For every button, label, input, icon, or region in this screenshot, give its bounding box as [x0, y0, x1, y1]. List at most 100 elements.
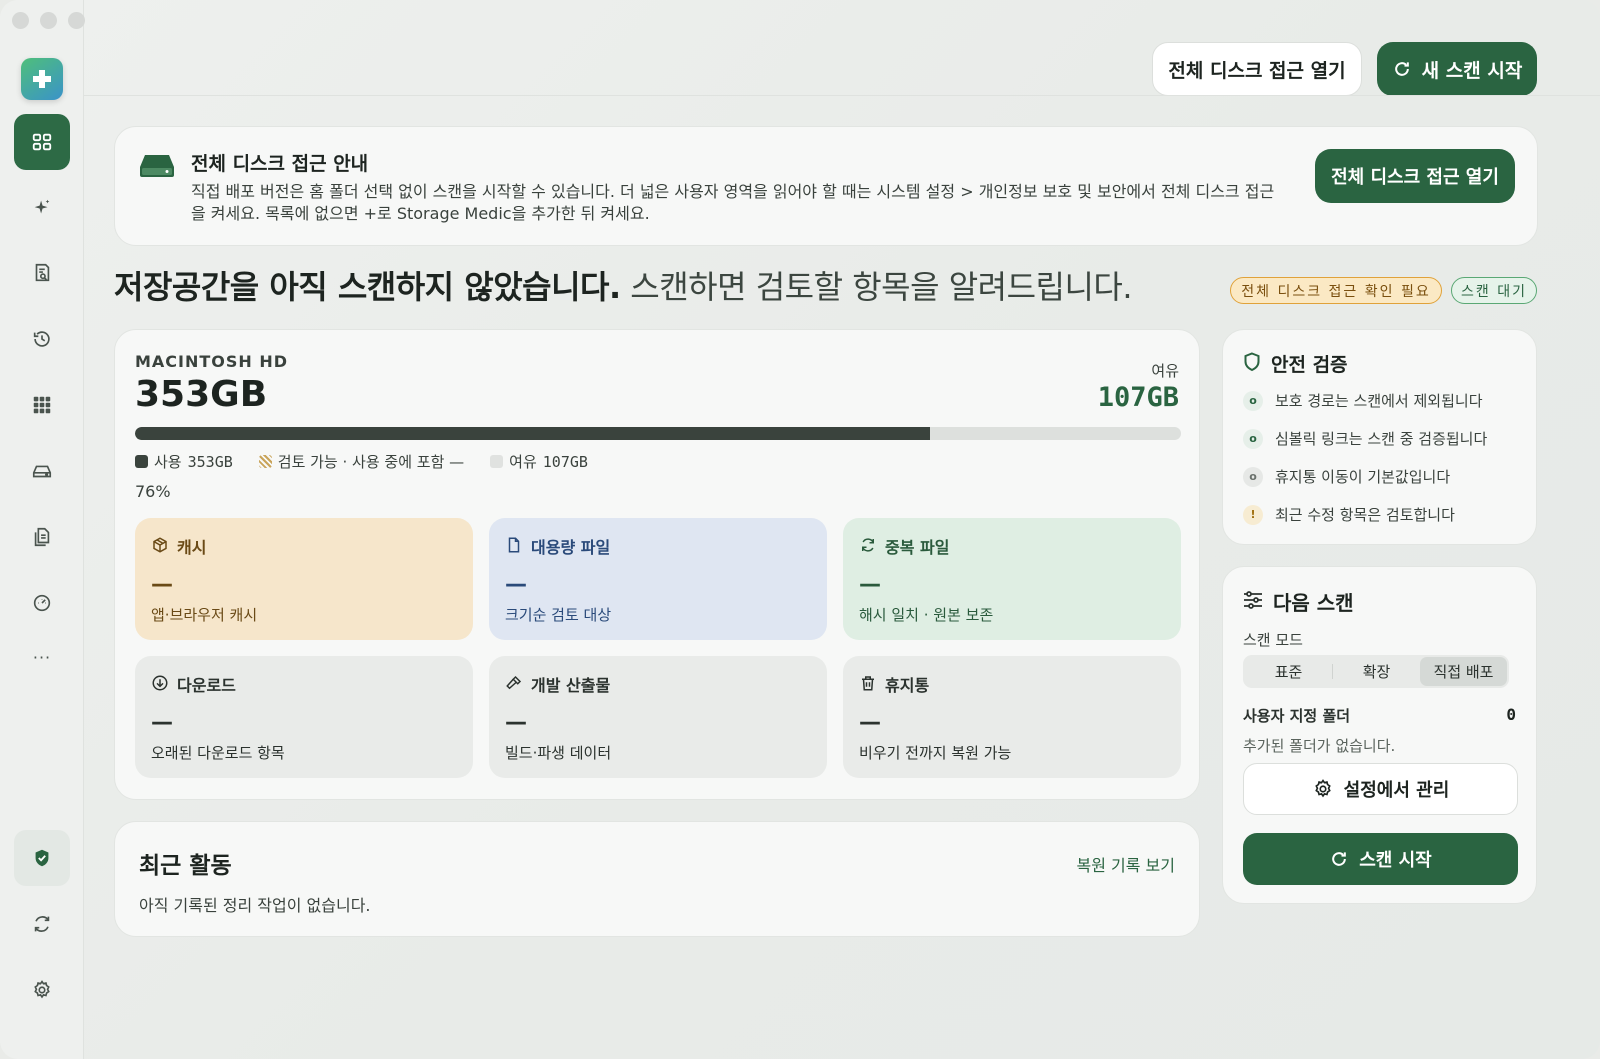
safety-item-text: 최근 수정 항목은 검토합니다 — [1275, 506, 1455, 524]
sidebar: ··· — [0, 0, 84, 1059]
custom-folder-label: 사용자 지정 폴더 — [1243, 707, 1351, 725]
tile-description: 비우기 전까지 복원 가능 — [859, 744, 1012, 762]
report-search-icon — [35, 263, 50, 282]
tile-value: — — [859, 710, 881, 735]
category-tile-trash[interactable]: 휴지통 — 비우기 전까지 복원 가능 — [843, 656, 1181, 778]
sync-icon — [862, 538, 874, 552]
divider — [84, 95, 1600, 96]
tile-value: — — [505, 572, 527, 597]
tile-value: — — [151, 710, 173, 735]
scan-mode-segmented-control: 표준 확장 직접 배포 — [1243, 655, 1509, 688]
free-value: 107GB — [1097, 382, 1179, 413]
legend-review: 검토 가능 · 사용 중에 포함 — — [277, 453, 465, 471]
safety-item-text: 휴지통 이동이 기본값입니다 — [1275, 468, 1451, 486]
sidebar-item-protection[interactable] — [14, 830, 70, 886]
category-tile-cache[interactable]: 캐시 — 앱·브라우저 캐시 — [135, 518, 473, 640]
tile-title: 다운로드 — [177, 676, 236, 695]
safety-item: o 휴지통 이동이 기본값입니다 — [1243, 466, 1450, 487]
sidebar-item-performance[interactable] — [14, 575, 70, 631]
safety-item: o 심볼릭 링크는 스캔 중 검증됩니다 — [1243, 428, 1487, 449]
tile-description: 해시 일치 · 원본 보존 — [859, 606, 994, 624]
disk-total: 353GB — [135, 374, 268, 415]
disk-name: MACINTOSH HD — [135, 352, 289, 371]
manage-in-settings-button[interactable]: 설정에서 관리 — [1243, 763, 1518, 815]
new-scan-button[interactable]: 새 스캔 시작 — [1377, 42, 1537, 96]
page-headline: 저장공간을 아직 스캔하지 않았습니다. 스캔하면 검토할 항목을 알려드립니다… — [114, 262, 1133, 308]
file-icon — [508, 537, 520, 553]
shield-check-icon — [35, 849, 49, 867]
scan-mode-standard[interactable]: 표준 — [1245, 657, 1332, 686]
category-tile-large-files[interactable]: 대용량 파일 — 크기순 검토 대상 — [489, 518, 827, 640]
safety-item: o 보호 경로는 스캔에서 제외됩니다 — [1243, 390, 1483, 411]
drive-icon — [32, 465, 52, 478]
new-scan-label: 새 스캔 시작 — [1421, 59, 1523, 82]
sidebar-item-settings[interactable] — [14, 962, 70, 1018]
sidebar-item-apps[interactable] — [14, 377, 70, 433]
sparkle-icon — [34, 199, 50, 214]
tile-title: 대용량 파일 — [531, 538, 611, 557]
gear-icon — [34, 980, 50, 999]
tile-value: — — [859, 572, 881, 597]
gauge-icon — [33, 594, 51, 612]
category-tile-dev-artifacts[interactable]: 개발 산출물 — 빌드·파생 데이터 — [489, 656, 827, 778]
headline-sub: 스캔하면 검토할 항목을 알려드립니다. — [620, 268, 1133, 306]
start-scan-button[interactable]: 스캔 시작 — [1243, 833, 1518, 885]
headline-main: 저장공간을 아직 스캔하지 않았습니다. — [114, 268, 621, 306]
sidebar-item-files[interactable] — [14, 509, 70, 565]
tile-description: 크기순 검토 대상 — [505, 606, 612, 624]
review-swatch — [258, 455, 272, 468]
gear-icon — [1314, 779, 1331, 798]
next-scan-card: 다음 스캔 스캔 모드 표준 확장 직접 배포 사용자 지정 폴더 0 추가된 … — [1222, 566, 1537, 904]
category-tile-duplicates[interactable]: 중복 파일 — 해시 일치 · 원본 보존 — [843, 518, 1181, 640]
tile-title: 휴지통 — [885, 676, 930, 695]
activity-empty-text: 아직 기록된 정리 작업이 없습니다. — [139, 896, 371, 915]
medical-cross-icon — [33, 70, 51, 88]
safety-check-card: 안전 검증 o 보호 경로는 스캔에서 제외됩니다 o 심볼릭 링크는 스캔 중… — [1222, 329, 1537, 545]
used-percent: 76% — [135, 482, 171, 501]
category-tile-downloads[interactable]: 다운로드 — 오래된 다운로드 항목 — [135, 656, 473, 778]
sidebar-item-smart-clean[interactable] — [14, 180, 70, 236]
download-icon — [152, 675, 168, 691]
app-window: ··· 전체 디스크 접근 열기 새 스캔 시작 전체 디스크 접근 안내 직접… — [0, 0, 1600, 1059]
history-icon — [33, 331, 50, 347]
close-window-button[interactable] — [12, 12, 29, 29]
next-scan-title: 다음 스캔 — [1273, 591, 1354, 615]
open-full-disk-access-button[interactable]: 전체 디스크 접근 열기 — [1152, 42, 1362, 96]
sidebar-item-update[interactable] — [14, 896, 70, 952]
legend-used-value: 353GB — [187, 452, 233, 471]
restore-history-link[interactable]: 복원 기록 보기 — [1077, 852, 1176, 876]
sidebar-item-report[interactable] — [14, 245, 70, 301]
minimize-window-button[interactable] — [40, 12, 57, 29]
custom-folder-empty: 추가된 폴더가 없습니다. — [1243, 737, 1396, 755]
tile-description: 오래된 다운로드 항목 — [151, 744, 285, 762]
sidebar-item-disk[interactable] — [14, 443, 70, 499]
scan-mode-direct[interactable]: 직접 배포 — [1420, 657, 1507, 686]
activity-title: 최근 활동 — [139, 853, 232, 879]
banner-open-full-disk-button[interactable]: 전체 디스크 접근 열기 — [1315, 149, 1515, 203]
safety-item: ! 최근 수정 항목은 검토합니다 — [1243, 504, 1455, 525]
documents-icon — [34, 527, 50, 547]
refresh-icon — [34, 916, 50, 932]
banner-text: 직접 배포 버전은 홈 폴더 선택 없이 스캔을 시작할 수 있습니다. 더 넓… — [191, 182, 1275, 223]
tile-description: 빌드·파생 데이터 — [505, 744, 612, 762]
disk-usage-card: MACINTOSH HD 353GB 여유 107GB 사용 353GB 검토 … — [114, 329, 1200, 800]
sliders-icon — [1244, 591, 1262, 609]
scan-mode-extended[interactable]: 확장 — [1333, 657, 1420, 686]
sidebar-item-dashboard[interactable] — [14, 114, 70, 170]
safety-item-text: 보호 경로는 스캔에서 제외됩니다 — [1275, 392, 1483, 410]
full-disk-warning-badge: 전체 디스크 접근 확인 필요 — [1230, 277, 1442, 304]
tile-value: — — [505, 710, 527, 735]
tile-title: 개발 산출물 — [531, 676, 611, 695]
check-mark-icon: o — [1243, 428, 1263, 449]
sidebar-more[interactable]: ··· — [14, 648, 70, 667]
manage-label: 설정에서 관리 — [1343, 780, 1450, 801]
package-icon — [153, 537, 167, 553]
scan-status-badge: 스캔 대기 — [1451, 277, 1537, 304]
disk-usage-fill — [135, 427, 930, 440]
check-mark-icon: o — [1243, 390, 1263, 411]
start-scan-label: 스캔 시작 — [1359, 850, 1432, 871]
recent-activity-card: 최근 활동 복원 기록 보기 아직 기록된 정리 작업이 없습니다. — [114, 821, 1200, 937]
sidebar-item-history[interactable] — [14, 311, 70, 367]
disk-usage-bar — [135, 427, 1181, 440]
zoom-window-button[interactable] — [68, 12, 85, 29]
